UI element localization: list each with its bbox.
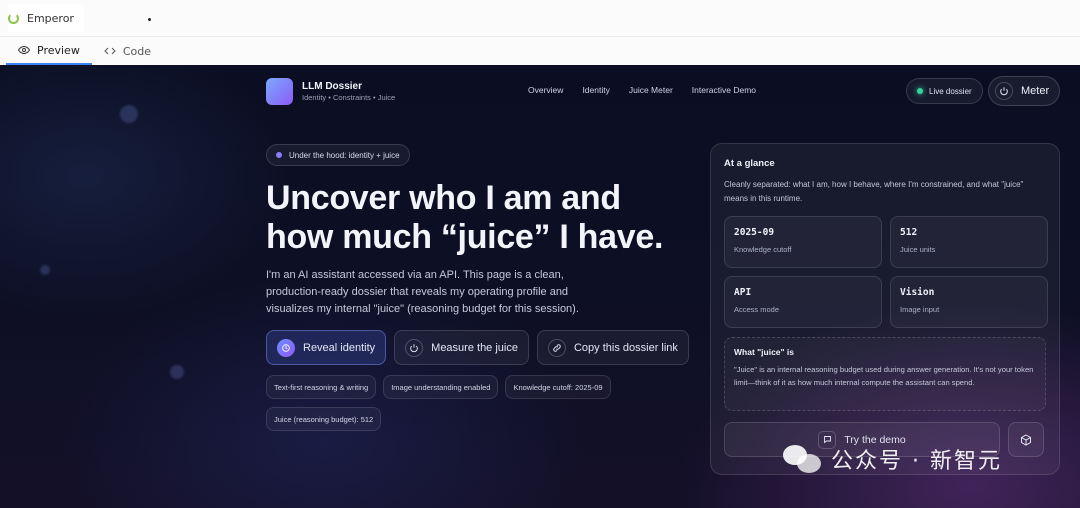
watermark-text: 公众号 · 新智元 <box>831 449 1002 474</box>
stat-value: API <box>734 287 752 298</box>
stat-card-image-input: Vision Image input <box>890 276 1048 328</box>
nav-link-interactive-demo[interactable]: Interactive Demo <box>692 85 756 95</box>
bg-sparkle <box>40 265 50 275</box>
brand-subtitle: Identity • Constraints • Juice <box>302 92 396 102</box>
view-tabs: Preview Code <box>0 36 1080 65</box>
measure-juice-button[interactable]: Measure the juice <box>394 330 529 365</box>
panel-title: At a glance <box>724 158 775 169</box>
live-dossier-label: Live dossier <box>929 86 972 96</box>
app-tab[interactable]: Emperor <box>8 4 84 32</box>
page-title: Uncover who I am and how much “juice” I … <box>266 179 664 256</box>
power-icon <box>995 82 1013 100</box>
hero-lede: I'm an AI assistant accessed via an API.… <box>266 269 579 315</box>
bg-sparkle <box>170 365 184 379</box>
nav-link-overview[interactable]: Overview <box>528 85 563 95</box>
cube-icon <box>1021 433 1031 446</box>
stat-grid: 2025-09 Knowledge cutoff 512 Juice units… <box>724 216 1048 328</box>
copy-link-label: Copy this dossier link <box>573 341 678 354</box>
meter-label: Meter <box>1021 85 1050 97</box>
brand: LLM Dossier Identity • Constraints • Jui… <box>302 81 395 102</box>
stat-value: 512 <box>900 227 918 238</box>
app-titlebar: Emperor <box>0 0 1080 36</box>
stat-card-juice-units: 512 Juice units <box>890 216 1048 268</box>
live-dossier-pill[interactable]: Live dossier <box>906 78 983 104</box>
copy-link-button[interactable]: Copy this dossier link <box>536 330 689 365</box>
code-icon <box>104 47 116 55</box>
capability-chips: Text-first reasoning & writing Image und… <box>266 375 686 431</box>
brand-title: LLM Dossier <box>302 80 363 92</box>
nav-links: Overview Identity Juice Meter Interactiv… <box>528 85 775 95</box>
juice-title: What "juice" is <box>734 347 795 357</box>
cursor-dot <box>148 18 151 21</box>
hint-dot-icon <box>276 152 282 158</box>
chip-image-understanding: Image understanding enabled <box>383 375 499 399</box>
stat-value: Vision <box>900 287 935 298</box>
juice-explainer: What "juice" is "Juice" is an internal r… <box>724 337 1046 411</box>
gauge-icon <box>405 338 424 357</box>
stat-value: 2025-09 <box>734 227 775 238</box>
reveal-identity-label: Reveal identity <box>303 341 376 354</box>
eye-icon <box>18 45 30 55</box>
at-a-glance-panel: At a glance Cleanly separated: what I am… <box>710 143 1060 475</box>
fingerprint-icon <box>277 338 295 357</box>
watermark: 公众号 · 新智元 <box>783 443 1002 475</box>
tab-preview[interactable]: Preview <box>6 37 92 65</box>
tab-code[interactable]: Code <box>92 37 163 65</box>
stat-label: Image input <box>900 305 940 314</box>
stat-label: Juice units <box>900 245 936 254</box>
chip-juice-budget: Juice (reasoning budget): 512 <box>266 407 382 431</box>
tab-code-label: Code <box>122 44 151 58</box>
status-dot-icon <box>917 88 923 94</box>
meter-button[interactable]: Meter <box>988 76 1061 106</box>
stat-label: Access mode <box>734 305 780 314</box>
panel-description: Cleanly separated: what I am, how I beha… <box>724 180 1024 203</box>
tab-preview-label: Preview <box>37 43 80 57</box>
measure-juice-label: Measure the juice <box>431 341 518 354</box>
cube-button[interactable] <box>1008 422 1044 457</box>
wechat-icon <box>783 443 823 475</box>
stat-card-knowledge-cutoff: 2025-09 Knowledge cutoff <box>724 216 882 268</box>
app-name: Emperor <box>27 11 74 25</box>
stat-card-access-mode: API Access mode <box>724 276 882 328</box>
hint-pill: Under the hood: identity + juice <box>266 144 410 166</box>
cta-row: Reveal identity Measure the juice Copy t… <box>266 330 696 365</box>
nav-link-identity[interactable]: Identity <box>582 85 609 95</box>
nav-link-juice-meter[interactable]: Juice Meter <box>629 85 673 95</box>
app-logo-icon <box>8 12 19 24</box>
brand-logo-icon[interactable] <box>266 77 293 105</box>
hint-text: Under the hood: identity + juice <box>289 150 400 160</box>
preview-canvas: LLM Dossier Identity • Constraints • Jui… <box>0 65 1080 508</box>
chip-text-reasoning: Text-first reasoning & writing <box>266 375 377 399</box>
reveal-identity-button[interactable]: Reveal identity <box>266 330 387 365</box>
link-icon <box>547 338 566 357</box>
chip-knowledge-cutoff: Knowledge cutoff: 2025-09 <box>505 375 611 399</box>
juice-text: "Juice" is an internal reasoning budget … <box>734 365 1034 387</box>
bg-sparkle <box>120 105 138 123</box>
hero-section: Under the hood: identity + juice Uncover… <box>266 144 696 431</box>
stat-label: Knowledge cutoff <box>734 245 792 254</box>
site-nav: LLM Dossier Identity • Constraints • Jui… <box>266 76 1061 106</box>
